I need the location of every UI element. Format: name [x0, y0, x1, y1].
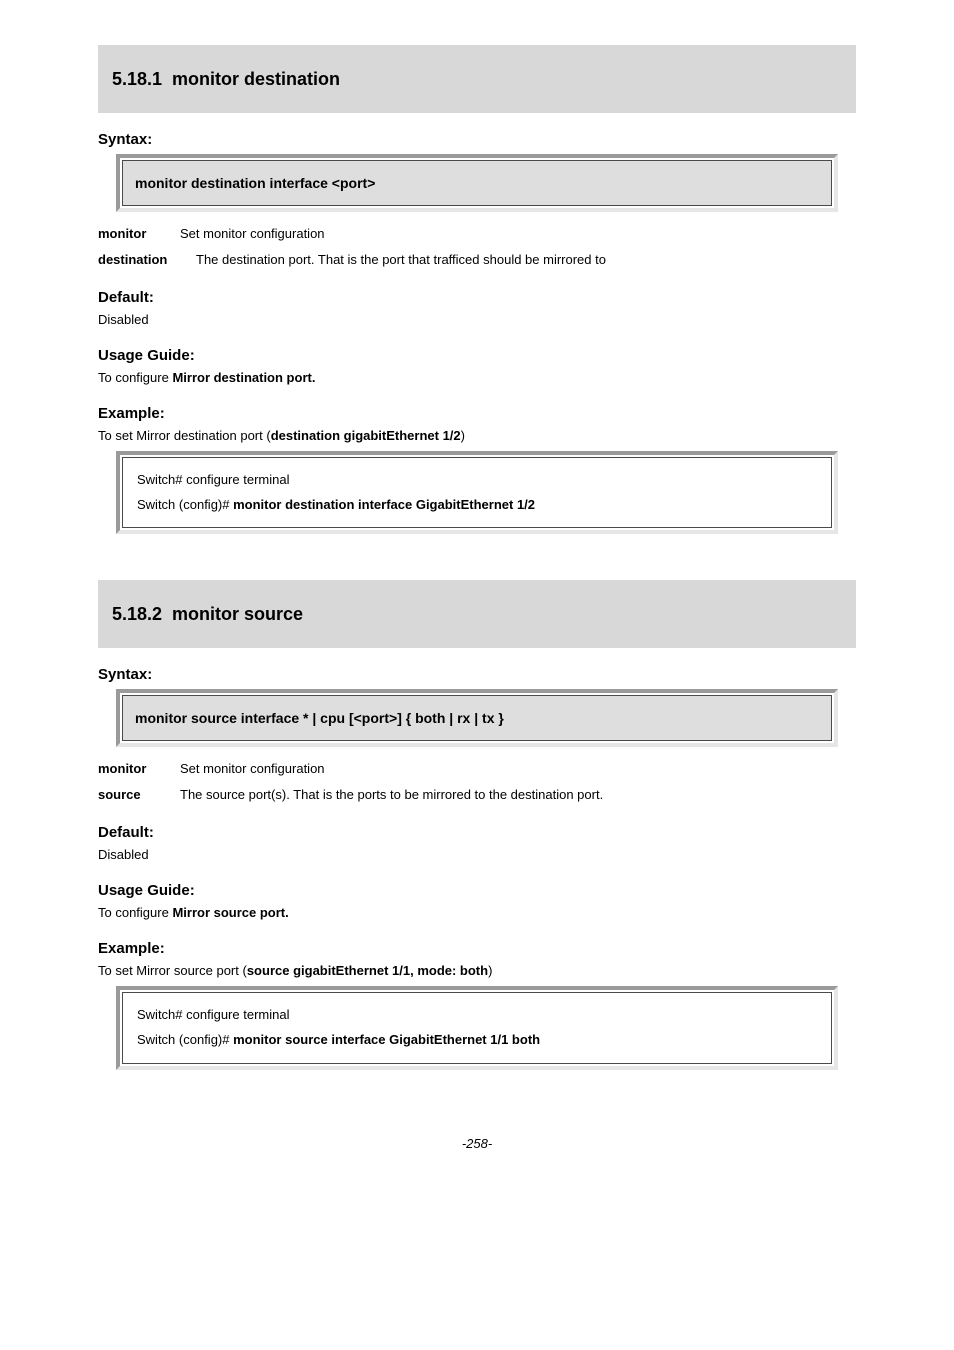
param-key: monitor — [98, 759, 180, 779]
section-title: monitor source — [172, 604, 303, 625]
param-row: monitor Set monitor configuration — [98, 759, 856, 779]
default-label: Default: — [98, 824, 856, 841]
example-label: Example: — [98, 405, 856, 422]
section-number: 5.18.1 — [112, 69, 162, 90]
default-value: Disabled — [98, 312, 856, 327]
code-line: Switch (config)# monitor destination int… — [137, 493, 817, 518]
param-key: monitor — [98, 224, 180, 244]
example-label: Example: — [98, 940, 856, 957]
usage-label: Usage Guide: — [98, 882, 856, 899]
code-block: Switch# configure terminal Switch (confi… — [122, 992, 832, 1063]
syntax-text: monitor destination interface <port> — [122, 160, 832, 206]
code-line: Switch# configure terminal — [137, 1003, 817, 1028]
example-row: To set Mirror source port (source gigabi… — [98, 963, 856, 978]
page-number: -258- — [0, 1136, 954, 1151]
usage-label: Usage Guide: — [98, 347, 856, 364]
code-box: Switch# configure terminal Switch (confi… — [116, 986, 838, 1069]
code-box: Switch# configure terminal Switch (confi… — [116, 451, 838, 534]
section-title: monitor destination — [172, 69, 340, 90]
usage-value: To configure Mirror destination port. — [98, 370, 856, 385]
param-val: The destination port. That is the port t… — [196, 250, 856, 270]
param-row: source The source port(s). That is the p… — [98, 785, 856, 805]
param-key: destination — [98, 250, 196, 270]
example-row: To set Mirror destination port (destinat… — [98, 428, 856, 443]
param-row: destination The destination port. That i… — [98, 250, 856, 270]
syntax-label: Syntax: — [98, 666, 856, 683]
section-number: 5.18.2 — [112, 604, 162, 625]
syntax-box: monitor source interface * | cpu [<port>… — [116, 689, 838, 747]
code-line: Switch (config)# monitor source interfac… — [137, 1028, 817, 1053]
param-row: monitor Set monitor configuration — [98, 224, 856, 244]
usage-value: To configure Mirror source port. — [98, 905, 856, 920]
syntax-text: monitor source interface * | cpu [<port>… — [122, 695, 832, 741]
default-value: Disabled — [98, 847, 856, 862]
syntax-box: monitor destination interface <port> — [116, 154, 838, 212]
code-block: Switch# configure terminal Switch (confi… — [122, 457, 832, 528]
param-val: Set monitor configuration — [180, 759, 856, 779]
section-banner: 5.18.1 monitor destination — [98, 45, 856, 113]
param-key: source — [98, 785, 180, 805]
section-banner: 5.18.2 monitor source — [98, 580, 856, 648]
syntax-label: Syntax: — [98, 131, 856, 148]
default-label: Default: — [98, 289, 856, 306]
param-val: The source port(s). That is the ports to… — [180, 785, 856, 805]
param-val: Set monitor configuration — [180, 224, 856, 244]
code-line: Switch# configure terminal — [137, 468, 817, 493]
